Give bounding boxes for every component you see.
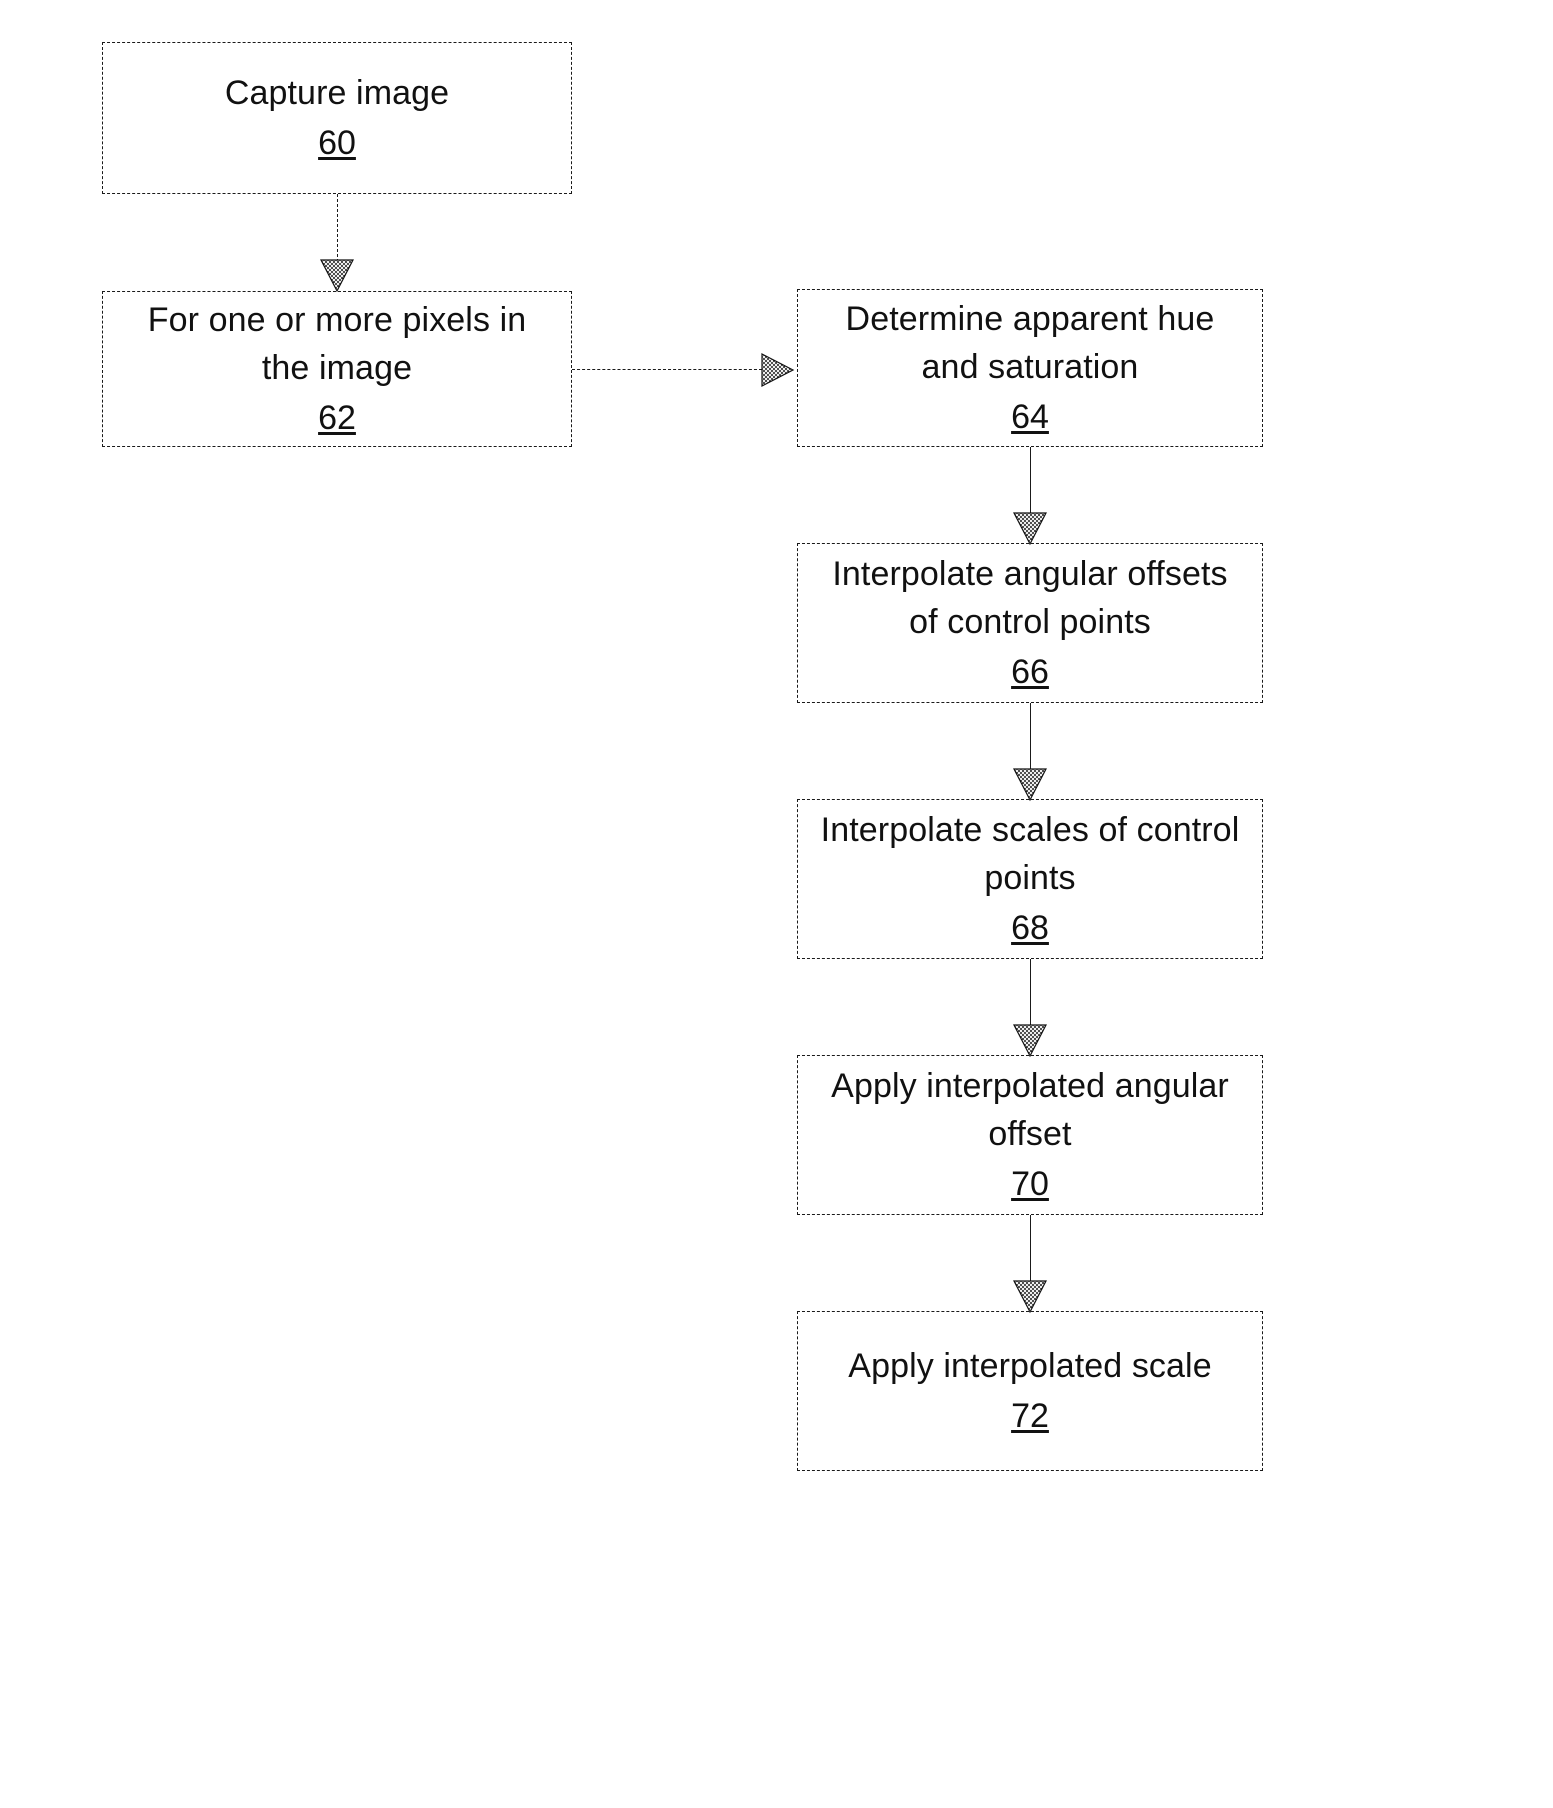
- flowchart-node-72-label: Apply interpolated scale: [848, 1346, 1212, 1385]
- connector-62-to-64: [572, 369, 762, 370]
- flowchart-node-72: Apply interpolated scale 72: [797, 1311, 1263, 1471]
- flowchart-node-66: Interpolate angular offsets of control p…: [797, 543, 1263, 703]
- arrowhead-66-to-68: [1013, 768, 1047, 802]
- flowchart-node-70-label: Apply interpolated angular offset: [831, 1066, 1229, 1153]
- flowchart-node-64: Determine apparent hue and saturation 64: [797, 289, 1263, 447]
- flowchart-figure: Capture image 60 For one or more pixels …: [0, 0, 1553, 1808]
- connector-60-to-62: [337, 194, 338, 262]
- flowchart-node-66-label: Interpolate angular offsets of control p…: [832, 554, 1228, 641]
- connector-68-to-70: [1030, 959, 1031, 1027]
- flowchart-node-62-label: For one or more pixels in the image: [147, 300, 527, 387]
- arrowhead-60-to-62: [320, 259, 354, 293]
- arrowhead-70-to-72: [1013, 1280, 1047, 1314]
- connector-66-to-68: [1030, 703, 1031, 771]
- arrowhead-68-to-70: [1013, 1024, 1047, 1058]
- flowchart-node-64-reference: 64: [1011, 398, 1049, 437]
- flowchart-node-60-reference: 60: [318, 124, 356, 162]
- flowchart-node-68-label: Interpolate scales of control points: [820, 810, 1240, 897]
- flowchart-node-62-reference: 62: [318, 399, 356, 438]
- flowchart-node-68-reference: 68: [1011, 909, 1049, 948]
- flowchart-node-68: Interpolate scales of control points 68: [797, 799, 1263, 959]
- connector-64-to-66: [1030, 447, 1031, 515]
- flowchart-node-62: For one or more pixels in the image 62: [102, 291, 572, 447]
- flowchart-node-72-reference: 72: [1011, 1397, 1049, 1435]
- flowchart-node-60: Capture image 60: [102, 42, 572, 194]
- flowchart-node-70-reference: 70: [1011, 1165, 1049, 1204]
- connector-70-to-72: [1030, 1215, 1031, 1283]
- arrowhead-62-to-64: [761, 353, 795, 387]
- flowchart-node-64-label: Determine apparent hue and saturation: [845, 299, 1215, 386]
- flowchart-node-70: Apply interpolated angular offset 70: [797, 1055, 1263, 1215]
- flowchart-node-66-reference: 66: [1011, 653, 1049, 692]
- arrowhead-64-to-66: [1013, 512, 1047, 546]
- flowchart-node-60-label: Capture image: [224, 73, 450, 112]
